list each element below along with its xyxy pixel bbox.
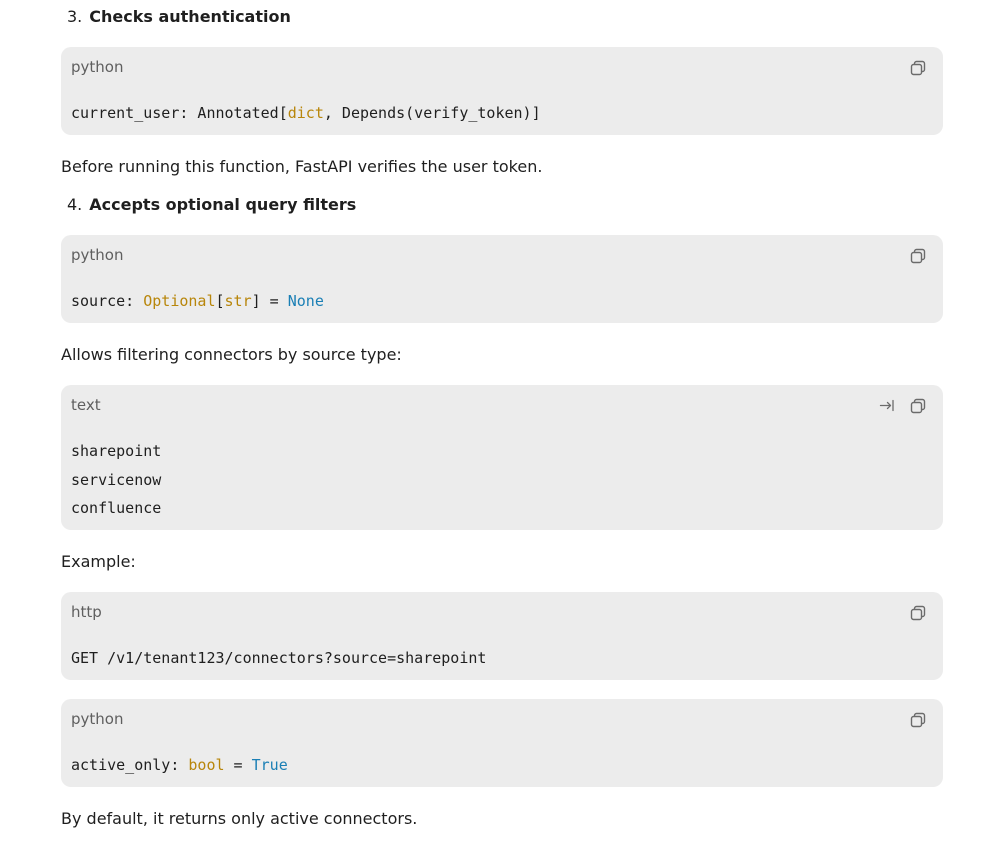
code-language-label: python	[71, 710, 124, 728]
code-token: [	[215, 292, 225, 310]
copy-code-button[interactable]	[909, 59, 927, 77]
code-token-type: bool	[188, 756, 225, 774]
code-token-keyword: True	[251, 756, 288, 774]
code-block-auth: python current_user: Annotated[dict, Dep…	[61, 47, 943, 135]
copy-code-button[interactable]	[909, 711, 927, 729]
code-token: , Depends(verify_token)]	[323, 104, 541, 122]
code-token: ] =	[251, 292, 288, 310]
code-token-type: dict	[287, 104, 324, 122]
code-block-source: python source: Optional[str] = None	[61, 235, 943, 323]
code-line: sharepoint	[71, 442, 162, 460]
code-token: current_user: Annotated[	[71, 104, 288, 122]
paragraph-filter: Allows filtering connectors by source ty…	[61, 345, 402, 364]
code-body: sharepoint servicenow confluence	[71, 437, 161, 523]
paragraph-default: By default, it returns only active conne…	[61, 809, 418, 828]
list-item-number: 3.	[67, 7, 83, 26]
code-line: source: Optional[str] = None	[71, 287, 324, 316]
code-token: source:	[71, 292, 144, 310]
list-item-3: 3. Checks authentication	[67, 6, 291, 28]
list-item-number: 4.	[67, 195, 83, 214]
wrap-lines-button[interactable]	[878, 397, 896, 415]
code-line: GET /v1/tenant123/connectors?source=shar…	[71, 649, 487, 667]
code-body: active_only: bool = True	[71, 751, 288, 780]
copy-code-button[interactable]	[909, 397, 927, 415]
code-line: active_only: bool = True	[71, 751, 288, 780]
copy-icon	[910, 398, 926, 414]
paragraph-example: Example:	[61, 552, 136, 571]
list-item-title: Checks authentication	[89, 7, 291, 26]
copy-code-button[interactable]	[909, 604, 927, 622]
code-language-label: text	[71, 396, 101, 414]
code-body: source: Optional[str] = None	[71, 287, 324, 316]
code-line: current_user: Annotated[dict, Depends(ve…	[71, 99, 541, 128]
code-token-type: str	[224, 292, 252, 310]
copy-icon	[910, 712, 926, 728]
code-block-request: http GET /v1/tenant123/connectors?source…	[61, 592, 943, 680]
code-language-label: python	[71, 58, 124, 76]
copy-icon	[910, 248, 926, 264]
list-item-title: Accepts optional query filters	[89, 195, 357, 214]
copy-code-button[interactable]	[909, 247, 927, 265]
code-token: =	[224, 756, 252, 774]
copy-icon	[910, 605, 926, 621]
code-body: current_user: Annotated[dict, Depends(ve…	[71, 99, 541, 128]
code-block-types: text sharepoint servicenow confluence	[61, 385, 943, 530]
code-block-active: python active_only: bool = True	[61, 699, 943, 787]
code-token-keyword: None	[287, 292, 324, 310]
code-body: GET /v1/tenant123/connectors?source=shar…	[71, 644, 486, 673]
list-item-4: 4. Accepts optional query filters	[67, 194, 356, 216]
code-line: servicenow	[71, 470, 162, 489]
code-language-label: python	[71, 246, 124, 264]
code-token-type: Optional	[143, 292, 216, 310]
code-line: confluence	[71, 499, 162, 517]
paragraph-verify: Before running this function, FastAPI ve…	[61, 157, 543, 176]
code-language-label: http	[71, 603, 102, 621]
code-token: active_only:	[71, 756, 189, 774]
wrap-lines-icon	[879, 399, 894, 412]
copy-icon	[910, 60, 926, 76]
